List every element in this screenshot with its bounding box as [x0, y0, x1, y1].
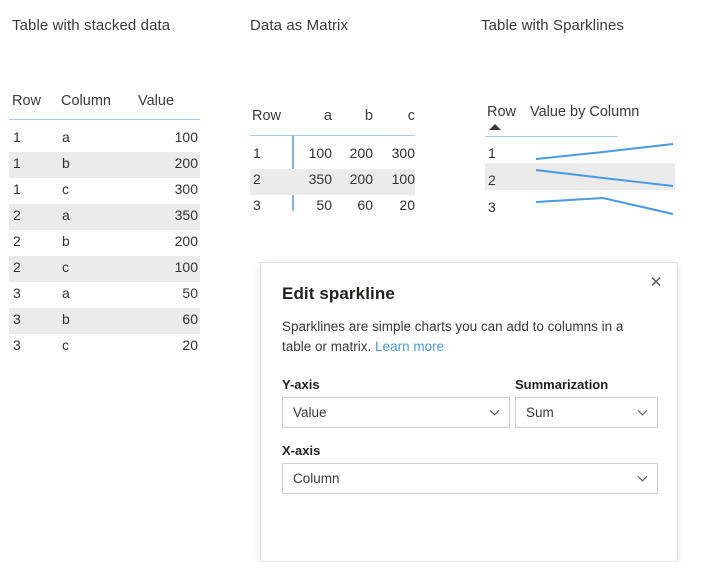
table-row[interactable]: 200 [140, 233, 198, 249]
summarization-dropdown-value: Sum [526, 405, 554, 420]
table-sparklines: Row Value by Column 1 2 3 [0, 0, 726, 235]
yaxis-dropdown-value: Value [293, 405, 327, 420]
xaxis-dropdown[interactable]: Column [282, 463, 658, 494]
table-row[interactable]: 2 [488, 172, 496, 188]
table-row[interactable]: a [62, 285, 70, 301]
summarization-label: Summarization [515, 377, 609, 392]
close-icon[interactable]: ✕ [643, 269, 669, 295]
header-underline [485, 136, 618, 137]
table-row[interactable]: 50 [140, 285, 198, 301]
chevron-down-icon [489, 409, 500, 416]
edit-sparkline-dialog: ✕ Edit sparkline Sparklines are simple c… [260, 262, 678, 562]
column-header-row[interactable]: Row [487, 104, 516, 120]
table-row[interactable]: c [62, 259, 69, 275]
table-row[interactable]: c [62, 337, 69, 353]
table-row[interactable]: 100 [140, 259, 198, 275]
column-header-value-by-column[interactable]: Value by Column [530, 104, 639, 120]
learn-more-link[interactable]: Learn more [375, 339, 444, 354]
table-row[interactable]: 2 [13, 259, 21, 275]
yaxis-label: Y-axis [282, 377, 320, 392]
table-row[interactable]: 60 [140, 311, 198, 327]
xaxis-dropdown-value: Column [293, 471, 340, 486]
table-row[interactable]: 3 [13, 337, 21, 353]
table-row[interactable]: 1 [488, 145, 496, 161]
sparkline-row-1[interactable] [533, 139, 676, 163]
dialog-title: Edit sparkline [282, 284, 395, 303]
table-row[interactable]: b [62, 311, 70, 327]
summarization-dropdown[interactable]: Sum [515, 397, 658, 428]
table-row[interactable]: 3 [488, 199, 496, 215]
sparkline-row-2[interactable] [533, 166, 676, 190]
table-row[interactable]: 3 [13, 311, 21, 327]
chevron-down-icon [637, 409, 648, 416]
xaxis-label: X-axis [282, 443, 321, 458]
chevron-down-icon [637, 475, 648, 482]
dialog-description-text: Sparklines are simple charts you can add… [282, 319, 624, 354]
table-row[interactable]: b [62, 233, 70, 249]
sort-ascending-icon [489, 124, 501, 130]
table-row[interactable]: 3 [13, 285, 21, 301]
dialog-description: Sparklines are simple charts you can add… [282, 317, 656, 357]
table-row[interactable]: 2 [13, 233, 21, 249]
table-row[interactable]: 20 [140, 337, 198, 353]
yaxis-dropdown[interactable]: Value [282, 397, 510, 428]
sparkline-row-3[interactable] [533, 193, 676, 217]
